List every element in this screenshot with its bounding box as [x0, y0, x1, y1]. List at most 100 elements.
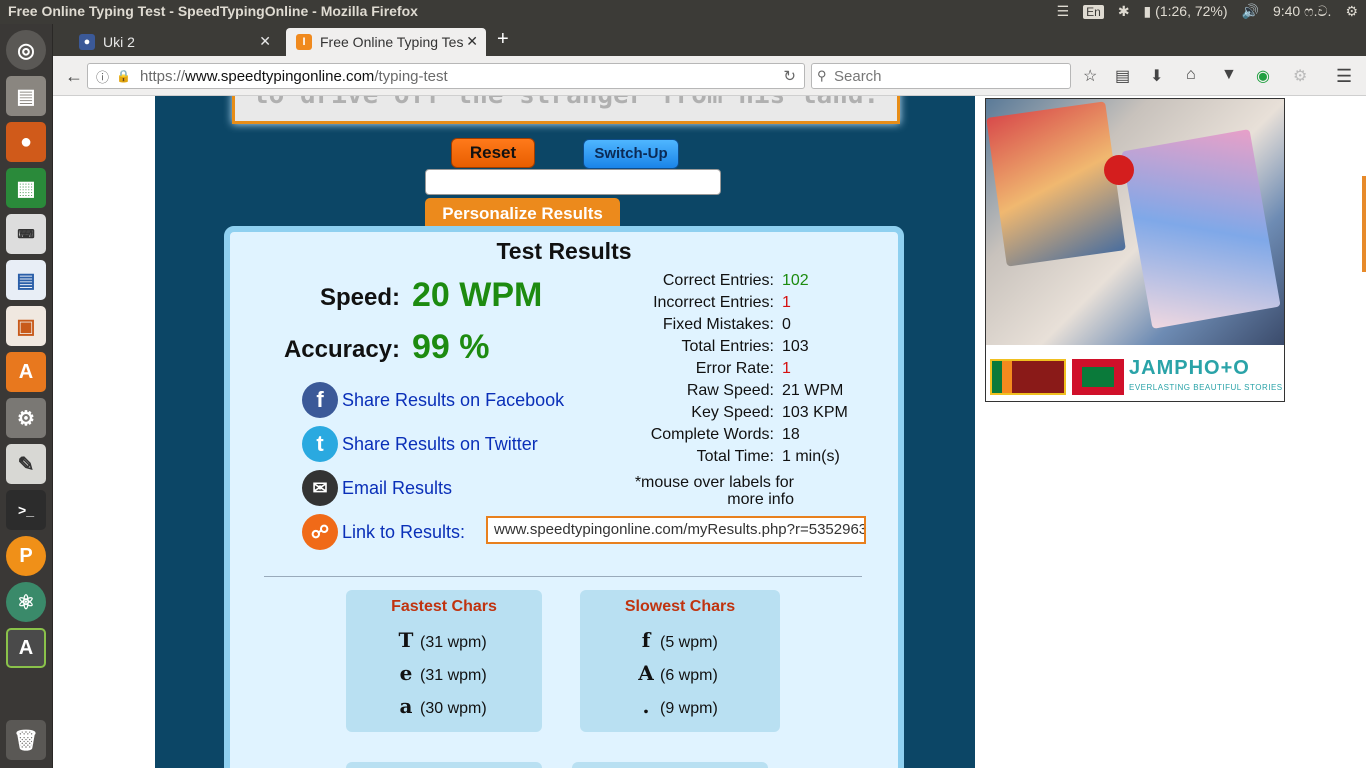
search-icon: ⚲ — [817, 68, 827, 83]
results-url-field[interactable]: www.speedtypingonline.com/myResults.php?… — [486, 516, 866, 544]
settings-icon[interactable]: ⚙ — [6, 398, 46, 438]
new-tab-icon[interactable]: + — [497, 28, 509, 51]
close-tab-icon[interactable]: ✕ — [259, 33, 271, 50]
window-title: Free Online Typing Test - SpeedTypingOnl… — [8, 3, 418, 19]
info-icon[interactable]: ⓘ — [96, 67, 109, 86]
bookmark-star-icon[interactable]: ☆ — [1083, 66, 1097, 86]
reset-button[interactable]: Reset — [451, 138, 535, 168]
slowest-chars-box: Slowest Chars f (5 wpm) A (6 wpm) . (9 wpm) — [580, 590, 780, 732]
speed-label: Speed: — [319, 284, 400, 311]
mouse-over-note: *mouse over labels for more info — [634, 474, 794, 508]
twitter-icon: t — [302, 426, 338, 462]
results-title: Test Results — [496, 238, 632, 264]
lock-icon: 🔒 — [116, 69, 131, 83]
jamphoto-advertisement[interactable]: JAMPHO+O EVERLASTING BEAUTIFUL STORIES — [985, 98, 1285, 402]
atom-icon[interactable]: ⚛ — [6, 582, 46, 622]
ad-brand-strip: JAMPHO+O EVERLASTING BEAUTIFUL STORIES — [986, 345, 1284, 401]
speedtyping-favicon-icon: I — [296, 34, 312, 50]
software-center-icon[interactable]: A — [6, 352, 46, 392]
tab-label: Free Online Typing Tes — [320, 34, 464, 50]
reading-list-icon[interactable]: ▤ — [1115, 66, 1130, 86]
tab-uki2[interactable]: ● Uki 2 ✕ — [69, 28, 279, 56]
ad-photo-album-image — [986, 99, 1284, 345]
pidgin-icon[interactable]: P — [6, 536, 46, 576]
clock[interactable]: 9:40 ෆ.ව. — [1273, 3, 1331, 20]
slowest-char-row: . (9 wpm) — [642, 694, 718, 718]
share-twitter-link[interactable]: t Share Results on Twitter — [302, 426, 538, 462]
slowest-char-row: f (5 wpm) — [641, 628, 718, 652]
language-indicator[interactable]: En — [1083, 4, 1104, 19]
writer-icon[interactable]: ▤ — [6, 260, 46, 300]
reload-icon[interactable]: ↻ — [783, 67, 796, 85]
keyboard-icon[interactable]: ⌨ — [6, 214, 46, 254]
system-top-bar: Free Online Typing Test - SpeedTypingOnl… — [0, 0, 1366, 24]
bluetooth-icon[interactable]: ✱ — [1118, 3, 1130, 20]
page-scrollbar-thumb[interactable] — [1362, 176, 1366, 272]
url-bar[interactable]: ⓘ 🔒 https://www.speedtypingonline.com/ty… — [87, 63, 805, 89]
link-to-results[interactable]: ☍ Link to Results: — [302, 514, 465, 550]
stat-total-time: Total Time: 1 min(s) — [696, 448, 840, 465]
search-input[interactable]: ⚲ Search — [811, 63, 1071, 89]
terminal-icon[interactable]: >_ — [6, 490, 46, 530]
download-icon[interactable]: ⬇ — [1150, 66, 1163, 86]
fastest-char-row: a (30 wpm) — [399, 694, 487, 718]
battery-icon: ▮ — [1143, 3, 1152, 19]
fastest-char-row: T (31 wpm) — [398, 628, 487, 652]
email-results-link[interactable]: ✉ Email Results — [302, 470, 452, 506]
slowest-chars-title: Slowest Chars — [624, 598, 736, 615]
profile-favicon-icon: ● — [79, 34, 95, 50]
lower-stat-box — [572, 762, 768, 768]
stat-incorrect-entries: Incorrect Entries: 1 — [653, 294, 791, 311]
unity-launcher: ◎ ▤ ● ▦ ⌨ ▤ ▣ A ⚙ ✎ >_ P ⚛ A 🗑 — [0, 24, 53, 768]
wifi-icon[interactable]: ☰ — [1057, 3, 1070, 20]
stat-key-speed: Key Speed: 103 KPM — [691, 404, 848, 421]
switch-up-button[interactable]: Switch-Up — [583, 139, 679, 169]
navigation-bar: ← ⓘ 🔒 https://www.speedtypingonline.com /… — [53, 56, 1366, 96]
accuracy-label: Accuracy: — [283, 336, 400, 363]
ubuntu-dash-icon[interactable]: ◎ — [6, 30, 46, 70]
fastest-chars-box: Fastest Chars T (31 wpm) e (31 wpm) a (30 w… — [346, 590, 542, 732]
sidebar-ad-column: JAMPHO+O EVERLASTING BEAUTIFUL STORIES — [975, 96, 1366, 768]
ad-brand-name: JAMPHO+O — [1129, 357, 1250, 379]
accuracy-value: 99 % — [412, 328, 490, 366]
slowest-char-row: A (6 wpm) — [638, 661, 718, 685]
ad-red-flower — [1104, 155, 1134, 185]
grammarly-icon[interactable]: ◉ — [1256, 66, 1270, 86]
firefox-icon[interactable]: ● — [6, 122, 46, 162]
trash-icon[interactable]: 🗑 — [6, 720, 46, 760]
files-icon[interactable]: ▤ — [6, 76, 46, 116]
pocket-icon[interactable]: ▼ — [1221, 66, 1237, 84]
stat-fixed-mistakes: Fixed Mistakes: 0 — [662, 316, 791, 333]
stat-correct-entries: Correct Entries: 102 — [662, 272, 809, 289]
hamburger-menu-icon[interactable]: ☰ — [1336, 66, 1352, 87]
battery-indicator[interactable]: ▮ (1:26, 72%) — [1144, 3, 1228, 20]
page-content: to drive off the stranger from his land.… — [53, 96, 1366, 768]
fastest-chars-title: Fastest Chars — [391, 598, 497, 615]
facebook-icon: f — [302, 382, 338, 418]
chain-link-icon: ☍ — [302, 514, 338, 550]
fastest-char-row: e (31 wpm) — [399, 661, 487, 685]
typing-text-display: to drive off the stranger from his land. — [232, 96, 900, 124]
editor-icon[interactable]: ✎ — [6, 444, 46, 484]
tab-label: Uki 2 — [103, 34, 135, 50]
gear-icon[interactable]: ⚙ — [1345, 3, 1358, 20]
share-facebook-link[interactable]: f Share Results on Facebook — [302, 382, 564, 418]
system-tray: ☰ En ✱ ▮ (1:26, 72%) 🔊 9:40 ෆ.ව. ⚙ — [1057, 3, 1358, 20]
name-input[interactable] — [425, 169, 721, 195]
extension-icon[interactable]: ⚙ — [1293, 66, 1307, 86]
home-icon[interactable]: ⌂ — [1186, 66, 1196, 84]
stat-raw-speed: Raw Speed: 21 WPM — [686, 382, 844, 399]
results-divider — [264, 576, 862, 577]
volume-icon[interactable]: 🔊 — [1242, 3, 1259, 20]
stat-total-entries: Total Entries: 103 — [681, 338, 809, 355]
impress-icon[interactable]: ▣ — [6, 306, 46, 346]
close-tab-icon[interactable]: ✕ — [466, 33, 478, 50]
tab-typing-test[interactable]: I Free Online Typing Tes ✕ — [286, 28, 486, 56]
updater-icon[interactable]: A — [6, 628, 46, 668]
envelope-icon: ✉ — [302, 470, 338, 506]
back-arrow-icon[interactable]: ← — [65, 66, 83, 87]
test-results-panel: Test Results Speed: 20 WPM Accuracy: 99 … — [224, 226, 904, 768]
ad-photo-page — [1121, 129, 1281, 329]
calc-icon[interactable]: ▦ — [6, 168, 46, 208]
lower-stat-box — [346, 762, 542, 768]
